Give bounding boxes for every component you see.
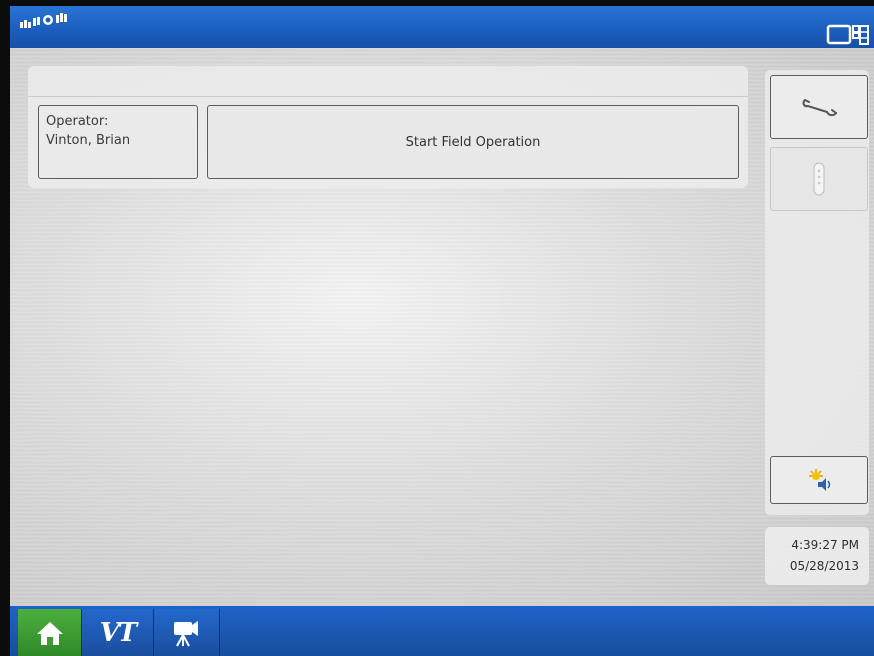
tab-home[interactable] [18,609,82,656]
tab-camera[interactable] [154,609,220,656]
satellite-icon[interactable] [18,12,72,32]
vt-icon: VT [99,617,138,648]
right-sidebar [765,70,869,515]
top-status-bar [10,6,874,48]
start-field-operation-label: Start Field Operation [405,134,541,150]
start-field-operation-button[interactable]: Start Field Operation [207,105,739,179]
display-settings-icon [809,469,831,491]
clock-date: 05/28/2013 [789,559,859,573]
device-button[interactable] [770,147,868,211]
wrench-icon [802,99,837,117]
clock-time: 4:39:27 PM [791,538,859,552]
main-panel: Operator: Vinton, Brian Start Field Oper… [28,66,748,188]
bottom-nav-bar: VT [10,606,874,656]
operator-name: Vinton, Brian [46,133,131,148]
clock-display: 4:39:27 PM 05/28/2013 [765,527,869,585]
device-icon [813,162,825,196]
tools-button[interactable] [770,75,868,139]
operator-button[interactable]: Operator: Vinton, Brian [38,105,198,179]
display-settings-button[interactable] [770,456,868,504]
tab-virtual-terminal[interactable]: VT [82,609,154,656]
camera-icon [173,620,198,646]
operator-label: Operator: [46,114,109,129]
home-screen-body: Operator: Vinton, Brian Start Field Oper… [10,48,874,606]
display-layout-icon[interactable] [826,23,870,47]
panel-divider [28,96,748,97]
display-screen: Operator: Vinton, Brian Start Field Oper… [10,6,874,656]
home-icon [36,621,63,645]
